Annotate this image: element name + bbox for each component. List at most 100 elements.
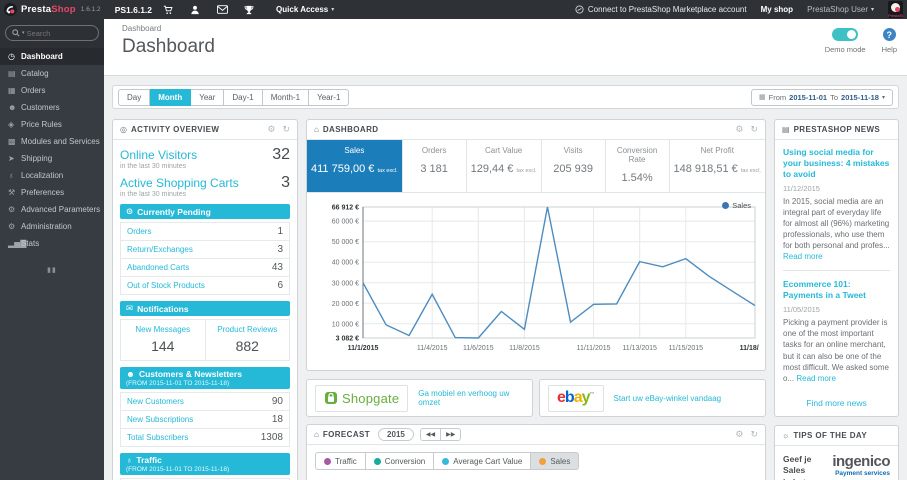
quick-access-menu[interactable]: Quick Access ▾ <box>276 5 334 14</box>
panel-refresh-icon[interactable]: ↻ <box>750 429 758 440</box>
ebay-letter: b <box>564 389 575 406</box>
read-more-link[interactable]: Read more <box>796 374 836 383</box>
date-range-picker[interactable]: ▦ From 2015-11-01 To 2015-11-18 ▾ <box>751 88 893 106</box>
cell-value: 882 <box>235 338 259 354</box>
notification-cell[interactable]: Product Reviews 882 <box>204 320 290 360</box>
forecast-year-pill[interactable]: 2015 <box>378 428 414 441</box>
stat-conversion-rate[interactable]: Conversion Rate 1.54% <box>606 140 670 192</box>
activity-icon: ◎ <box>120 125 127 134</box>
sidebar-item-preferences[interactable]: ⚒ Preferences <box>0 184 104 201</box>
row-label[interactable]: New Customers <box>127 397 184 406</box>
ebay-logo[interactable]: ebay™ <box>548 384 604 412</box>
search-box[interactable]: ▾ <box>5 25 99 41</box>
sidebar-item-modules-and-services[interactable]: ▩ Modules and Services <box>0 133 104 150</box>
forecast-legend-traffic[interactable]: Traffic <box>315 452 366 470</box>
svg-text:11/8/2015: 11/8/2015 <box>509 345 540 352</box>
kpi-label[interactable]: Active Shopping Carts <box>120 176 239 190</box>
range-button-day-1[interactable]: Day-1 <box>224 88 263 106</box>
panel-refresh-icon[interactable]: ↻ <box>750 124 758 135</box>
article-title[interactable]: Ecommerce 101: Payments in a Tweet <box>783 279 890 301</box>
shopgate-logo[interactable]: Shopgate <box>315 384 409 412</box>
range-button-day[interactable]: Day <box>118 88 151 106</box>
article-title[interactable]: Using social media for your business: 4 … <box>783 147 890 180</box>
user-menu[interactable]: PrestaShop User ▾ <box>807 5 874 14</box>
article-date: 11/05/2015 <box>783 305 820 315</box>
read-more-link[interactable]: Read more <box>783 252 823 261</box>
sidebar-item-dashboard[interactable]: ◷ Dashboard <box>0 48 104 65</box>
ebay-letter: y <box>581 389 591 406</box>
stat-suffix: tax excl. <box>740 168 761 174</box>
forecast-legend-sales[interactable]: Sales <box>531 452 580 470</box>
sidebar-item-customers[interactable]: ☻ Customers <box>0 99 104 116</box>
cell-value: 144 <box>151 338 175 354</box>
sidebar-item-label: Price Rules <box>21 120 62 129</box>
lightbulb-icon: ☼ <box>782 430 790 440</box>
forecast-next-button[interactable]: ▶▶ <box>440 428 462 441</box>
help-icon[interactable]: ? <box>882 28 896 41</box>
marketplace-link[interactable]: Connect to PrestaShop Marketplace accoun… <box>575 5 747 14</box>
trophy-icon[interactable] <box>238 0 260 19</box>
legend-label: Sales <box>550 456 571 466</box>
svg-text:11/18/201: 11/18/201 <box>740 345 759 352</box>
stat-label: Net Profit <box>700 146 734 155</box>
svg-text:11/6/2015: 11/6/2015 <box>463 345 494 352</box>
stat-visits[interactable]: Visits 205 939 <box>542 140 606 192</box>
sidebar-item-price-rules[interactable]: ◈ Price Rules <box>0 116 104 133</box>
forecast-prev-button[interactable]: ◀◀ <box>419 428 441 441</box>
dashboard-panel: ⌂ DASHBOARD ⚙ ↻ Sales 411 759,00 € tax ex… <box>306 119 770 371</box>
stat-sales[interactable]: Sales 411 759,00 € tax excl. <box>307 140 403 192</box>
sidebar-item-shipping[interactable]: ➤ Shipping <box>0 150 104 167</box>
sidebar-item-localization[interactable]: ♁ Localization <box>0 167 104 184</box>
row-label[interactable]: Abandoned Carts <box>127 263 189 272</box>
panel-settings-gear-icon[interactable]: ⚙ <box>735 429 743 440</box>
panel-settings-gear-icon[interactable]: ⚙ <box>735 124 743 135</box>
sidebar-item-stats[interactable]: ▂▅▇ Stats <box>0 235 104 252</box>
forecast-legend: Traffic Conversion Average Cart Value Sales <box>315 452 757 470</box>
cart-icon[interactable] <box>157 0 179 19</box>
stat-net-profit[interactable]: Net Profit 148 918,51 € tax excl. <box>670 140 765 192</box>
sidebar-item-catalog[interactable]: ▤ Catalog <box>0 65 104 82</box>
forecast-legend-conversion[interactable]: Conversion <box>365 452 435 470</box>
notification-cell[interactable]: New Messages 144 <box>121 320 205 360</box>
user-avatar[interactable]: PrestaShop <box>888 1 903 18</box>
truck-icon: ➤ <box>8 154 15 163</box>
sidebar-item-advanced-parameters[interactable]: ⚙ Advanced Parameters <box>0 201 104 218</box>
sidebar-item-orders[interactable]: ▦ Orders <box>0 82 104 99</box>
search-scope-caret[interactable]: ▾ <box>22 30 25 36</box>
row-label[interactable]: New Subscriptions <box>127 415 193 424</box>
row-label[interactable]: Total Subscribers <box>127 433 188 442</box>
shopgate-link[interactable]: Ga mobiel en verhoog uw omzet <box>418 389 524 407</box>
list-row: New Customers 90 <box>121 393 289 411</box>
prestashop-logo[interactable]: PrestaShop 1.6.1.2 <box>4 3 101 16</box>
range-button-month[interactable]: Month <box>150 88 192 106</box>
forecast-legend-average-cart-value[interactable]: Average Cart Value <box>434 452 532 470</box>
range-button-year-1[interactable]: Year-1 <box>309 88 350 106</box>
demo-mode-toggle[interactable] <box>832 28 859 41</box>
panel-refresh-icon[interactable]: ↻ <box>282 124 290 135</box>
panel-settings-gear-icon[interactable]: ⚙ <box>267 124 275 135</box>
topbar-right: Connect to PrestaShop Marketplace accoun… <box>575 1 903 18</box>
row-label[interactable]: Orders <box>127 227 151 236</box>
messages-icon[interactable] <box>211 0 233 19</box>
row-label[interactable]: Return/Exchanges <box>127 245 193 254</box>
search-input[interactable] <box>26 28 83 38</box>
svg-text:10 000 €: 10 000 € <box>332 321 359 328</box>
sidebar-collapse-button[interactable]: ▮▮ <box>0 266 104 274</box>
range-button-month-1[interactable]: Month-1 <box>262 88 310 106</box>
kpi-label[interactable]: Online Visitors <box>120 148 197 162</box>
stat-orders[interactable]: Orders 3 181 <box>403 140 467 192</box>
stat-cart-value[interactable]: Cart Value 129,44 € tax excl. <box>467 140 542 192</box>
range-button-year[interactable]: Year <box>191 88 225 106</box>
topbar: PrestaShop 1.6.1.2 PS1.6.1.2 Quick Acces… <box>0 0 907 19</box>
row-label[interactable]: Out of Stock Products <box>127 281 205 290</box>
row-value: 18 <box>271 414 283 425</box>
ebay-link[interactable]: Start uw eBay-winkel vandaag <box>614 394 722 403</box>
sidebar-item-administration[interactable]: ⚙ Administration <box>0 218 104 235</box>
employee-icon[interactable] <box>184 0 206 19</box>
my-shop-link[interactable]: My shop <box>761 5 793 14</box>
row-value: 90 <box>271 396 283 407</box>
prestashop-admin-window: PrestaShop 1.6.1.2 PS1.6.1.2 Quick Acces… <box>0 0 907 480</box>
sidebar-item-label: Preferences <box>21 188 65 197</box>
customers-newsletters-header: ☻ Customers & Newsletters (FROM 2015-11-0… <box>120 367 290 389</box>
find-more-news-link[interactable]: Find more news <box>775 388 898 416</box>
